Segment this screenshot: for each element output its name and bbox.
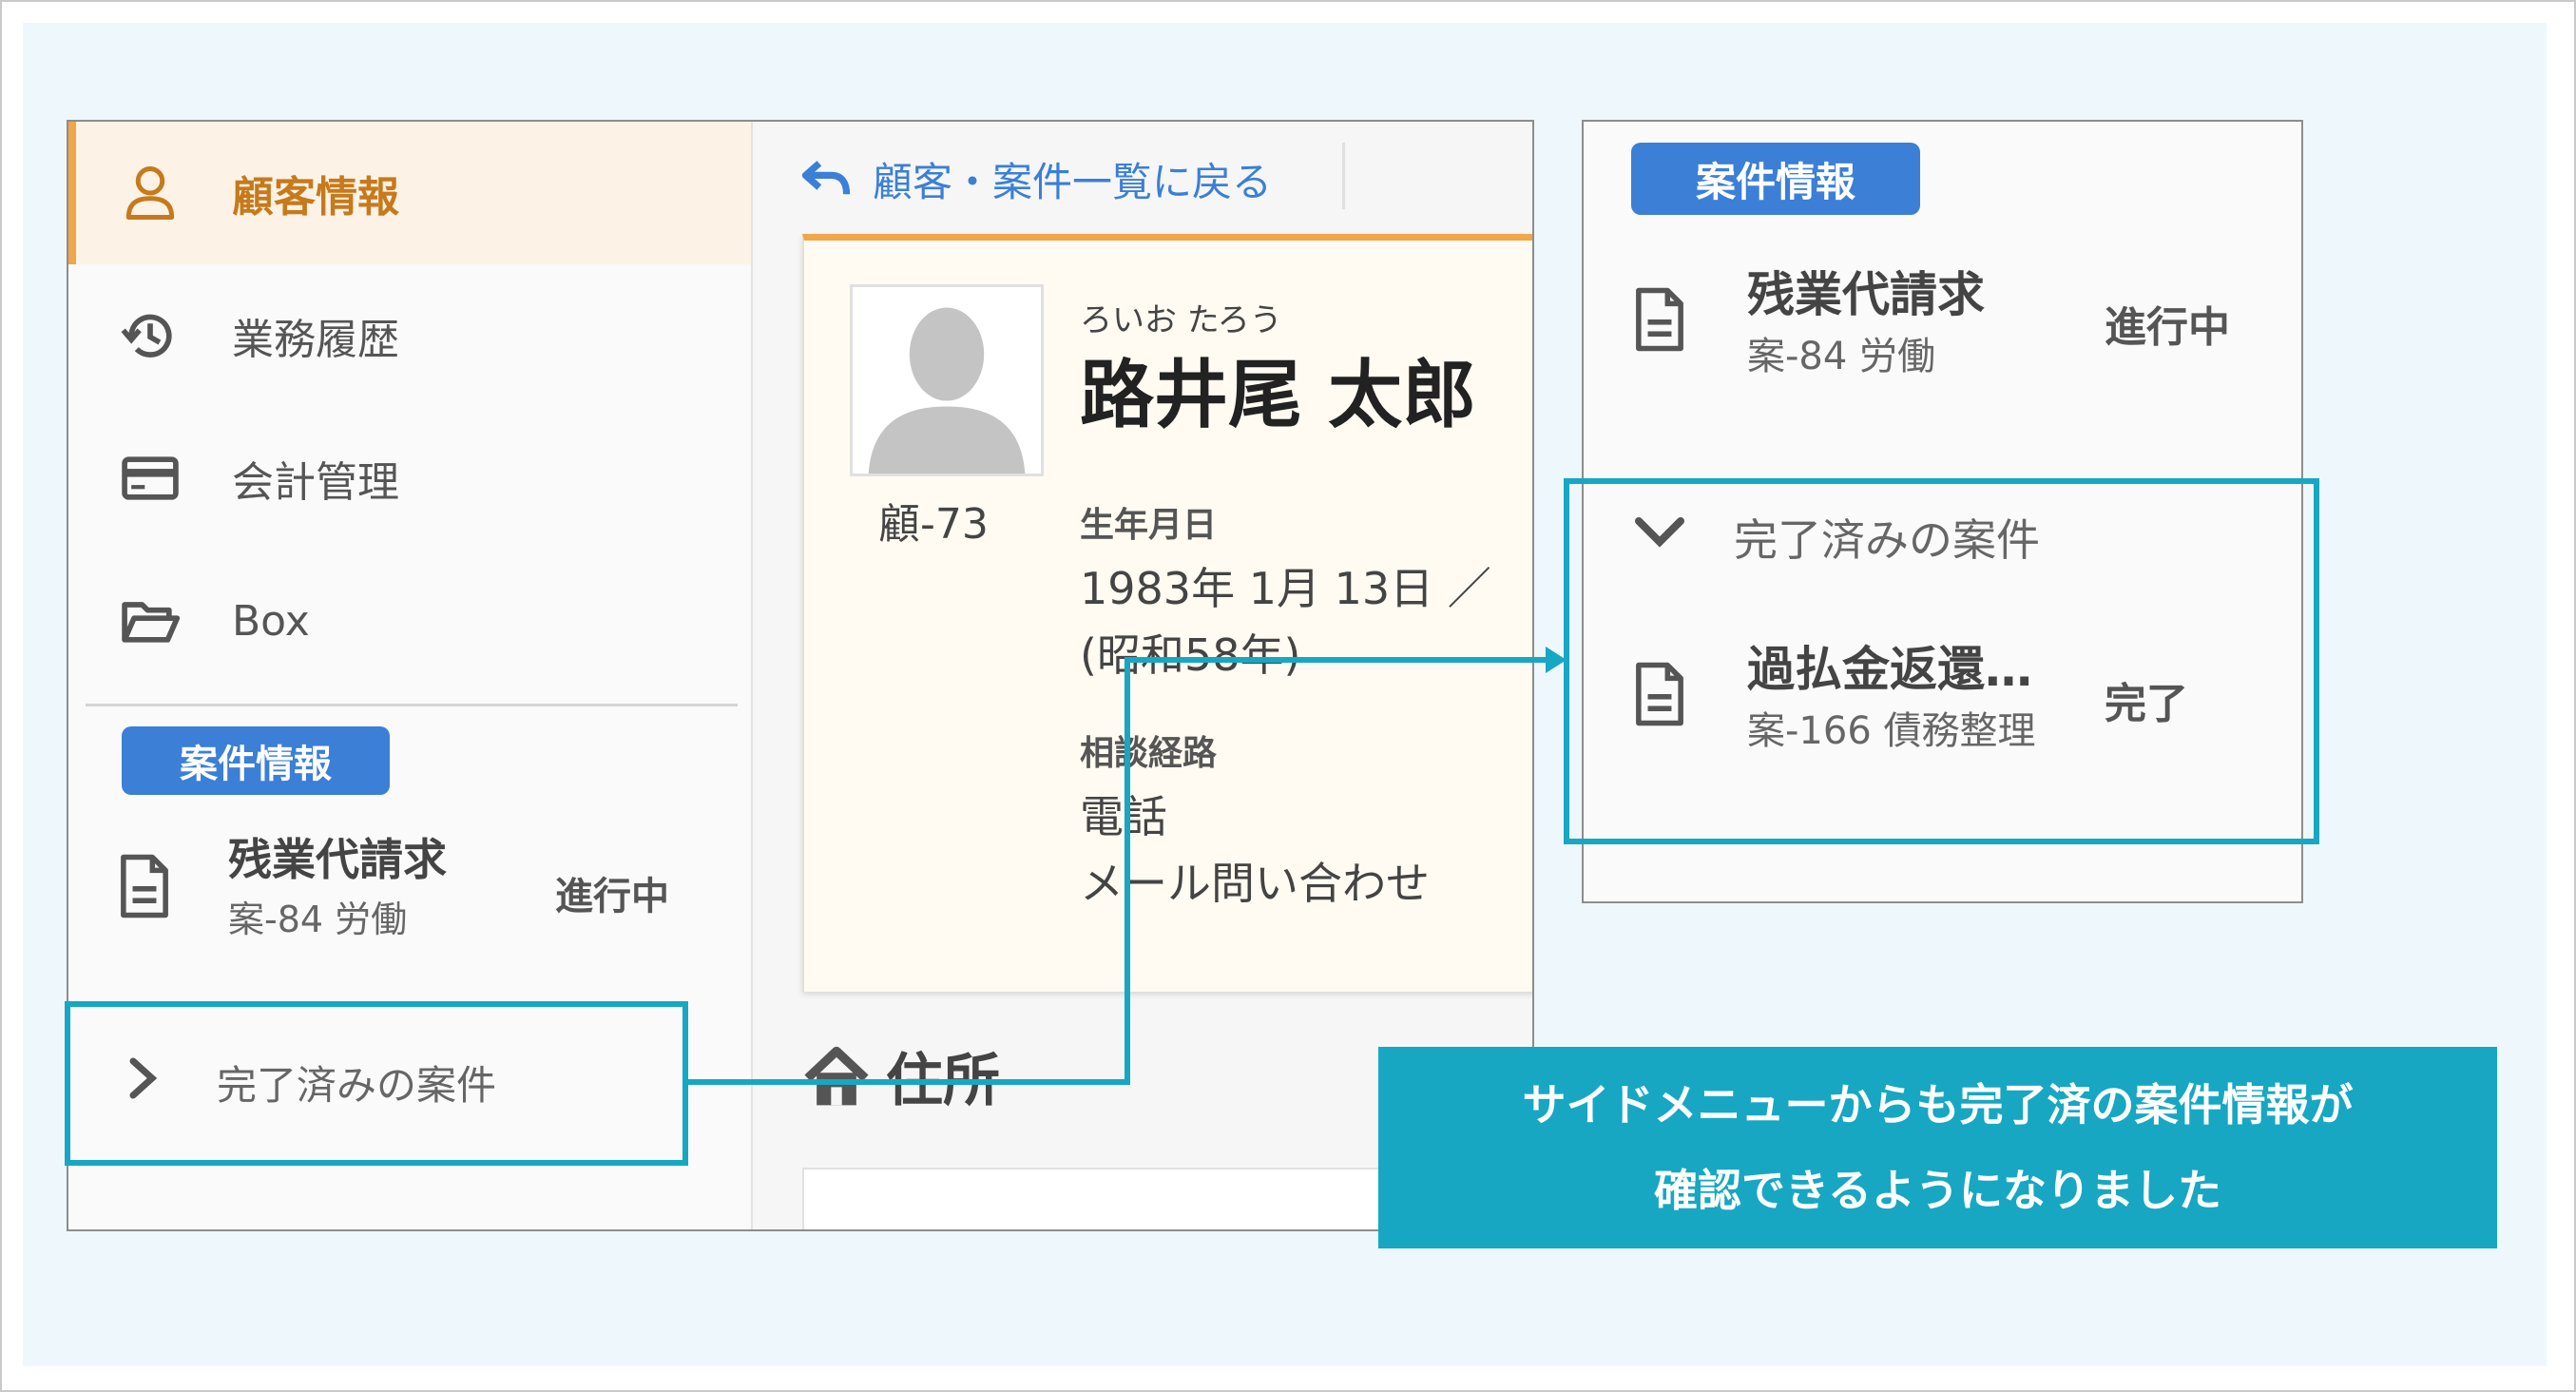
sidebar-divider	[86, 704, 738, 706]
avatar-placeholder-icon	[868, 307, 1026, 474]
consult-route-value: 電話	[1080, 791, 1167, 842]
case-status: 進行中	[555, 875, 669, 918]
consult-route-value: メール問い合わせ	[1080, 858, 1430, 909]
folder-open-icon	[122, 602, 181, 643]
consult-route-label: 相談経路	[1080, 734, 1218, 773]
birthdate-value: 1983年 1月 13日 ／	[1080, 563, 1491, 614]
birthdate-label: 生年月日	[1080, 506, 1218, 545]
sidebar-item-box[interactable]: Box	[68, 550, 751, 692]
sidebar-item-accounting[interactable]: 会計管理	[68, 407, 751, 550]
case-info-badge: 案件情報	[122, 726, 390, 795]
callout-line: サイドメニューからも完了済の案件情報が	[1522, 1079, 2354, 1131]
case-subtitle: 案-84 労働	[1747, 335, 1936, 378]
back-arrow-icon	[801, 161, 851, 195]
sidebar-item-customer-info[interactable]: 顧客情報	[68, 122, 751, 264]
birthdate-era: (昭和58年)	[1080, 629, 1301, 681]
case-title[interactable]: 残業代請求	[228, 825, 447, 888]
callout-line: 確認できるようになりました	[1653, 1165, 2222, 1216]
home-icon	[804, 1046, 869, 1106]
sidebar-item-label: Box	[232, 596, 310, 646]
credit-card-icon	[122, 456, 179, 500]
history-icon	[121, 314, 172, 358]
customer-name: 路井尾 太郎	[1080, 353, 1477, 438]
sidebar-item-label: 業務履歴	[232, 316, 399, 364]
case-info-badge: 案件情報	[1631, 143, 1920, 215]
customer-name-ruby: ろいお たろう	[1080, 301, 1282, 339]
case-status: 進行中	[2105, 303, 2230, 352]
highlight-panel-completed	[1564, 478, 2319, 844]
sidebar-item-work-history[interactable]: 業務履歴	[68, 264, 751, 407]
back-to-list-link[interactable]: 顧客・案件一覧に戻る	[800, 150, 1272, 207]
avatar	[850, 284, 1044, 476]
case-title[interactable]: 残業代請求	[1747, 257, 1985, 325]
customer-card: 顧-73 ろいお たろう 路井尾 太郎 生年月日 1983年 1月 13日 ／ …	[802, 234, 1532, 992]
sidebar-item-label: 会計管理	[232, 458, 399, 507]
toolbar-separator	[1342, 143, 1345, 209]
highlight-sidebar-completed	[65, 1001, 688, 1166]
callout-box: サイドメニューからも完了済の案件情報が 確認できるようになりました	[1378, 1047, 2497, 1248]
document-icon	[1636, 287, 1683, 352]
sidebar-item-label: 顧客情報	[232, 173, 399, 222]
back-to-list-label: 顧客・案件一覧に戻る	[873, 158, 1273, 205]
document-icon	[121, 854, 168, 918]
customer-number: 顧-73	[878, 500, 989, 549]
address-section-title: 住所	[886, 1048, 1000, 1114]
case-subtitle: 案-84 労働	[228, 899, 408, 940]
person-icon	[125, 166, 175, 220]
